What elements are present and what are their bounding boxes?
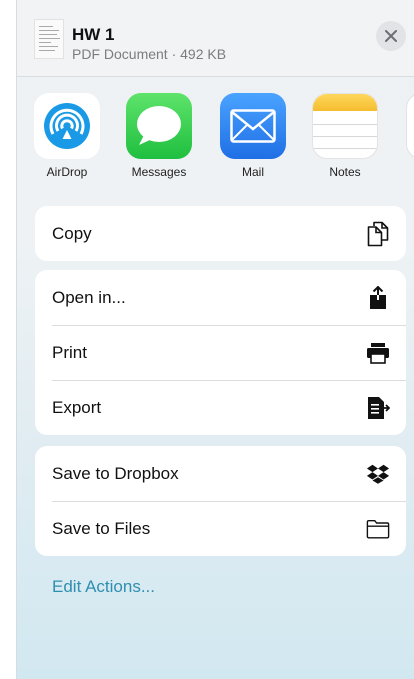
close-icon — [385, 30, 397, 42]
action-save-to-files[interactable]: Save to Files — [35, 501, 406, 556]
share-sheet: HW 1 PDF Document · 492 KB AirDrop Messa… — [16, 0, 414, 679]
share-header: HW 1 PDF Document · 492 KB — [17, 0, 414, 77]
edit-actions-link[interactable]: Edit Actions... — [52, 577, 155, 597]
export-icon — [366, 396, 390, 420]
printer-icon — [366, 341, 390, 365]
copy-icon — [366, 221, 390, 246]
action-open-in[interactable]: Open in... — [35, 270, 406, 325]
document-subtitle: PDF Document · 492 KB — [72, 46, 227, 62]
actions-group-save: Save to Dropbox Save to Files — [35, 446, 406, 556]
document-thumbnail — [34, 19, 64, 59]
actions-group-copy: Copy — [35, 206, 406, 261]
app-more-partial[interactable] — [406, 93, 414, 159]
close-button[interactable] — [376, 21, 406, 51]
action-label: Print — [52, 342, 87, 362]
app-label: Messages — [131, 165, 187, 179]
notes-icon — [312, 93, 378, 159]
app-label: AirDrop — [46, 165, 88, 179]
action-save-to-dropbox[interactable]: Save to Dropbox — [35, 446, 406, 501]
action-label: Export — [52, 397, 102, 417]
messages-icon — [126, 93, 192, 159]
action-label: Copy — [52, 223, 92, 243]
action-copy[interactable]: Copy — [35, 206, 406, 261]
mail-icon — [220, 93, 286, 159]
document-title: HW 1 — [72, 25, 115, 44]
action-print[interactable]: Print — [35, 325, 406, 380]
app-label: Notes — [329, 165, 361, 179]
action-label: Open in... — [52, 287, 126, 307]
share-icon — [366, 285, 390, 310]
app-mail[interactable]: Mail — [220, 93, 286, 179]
app-notes[interactable]: Notes — [312, 93, 378, 179]
dropbox-icon — [366, 462, 390, 486]
app-airdrop[interactable]: AirDrop — [34, 93, 100, 179]
app-messages[interactable]: Messages — [126, 93, 192, 179]
action-label: Save to Dropbox — [52, 463, 179, 483]
action-export[interactable]: Export — [35, 380, 406, 435]
app-partial-icon — [406, 93, 414, 159]
actions-group-main: Open in... Print Export — [35, 270, 406, 435]
app-row: AirDrop Messages Mail Notes — [17, 77, 414, 189]
action-label: Save to Files — [52, 518, 151, 538]
folder-icon — [366, 517, 390, 541]
app-label: Mail — [241, 165, 264, 179]
airdrop-icon — [34, 93, 100, 159]
